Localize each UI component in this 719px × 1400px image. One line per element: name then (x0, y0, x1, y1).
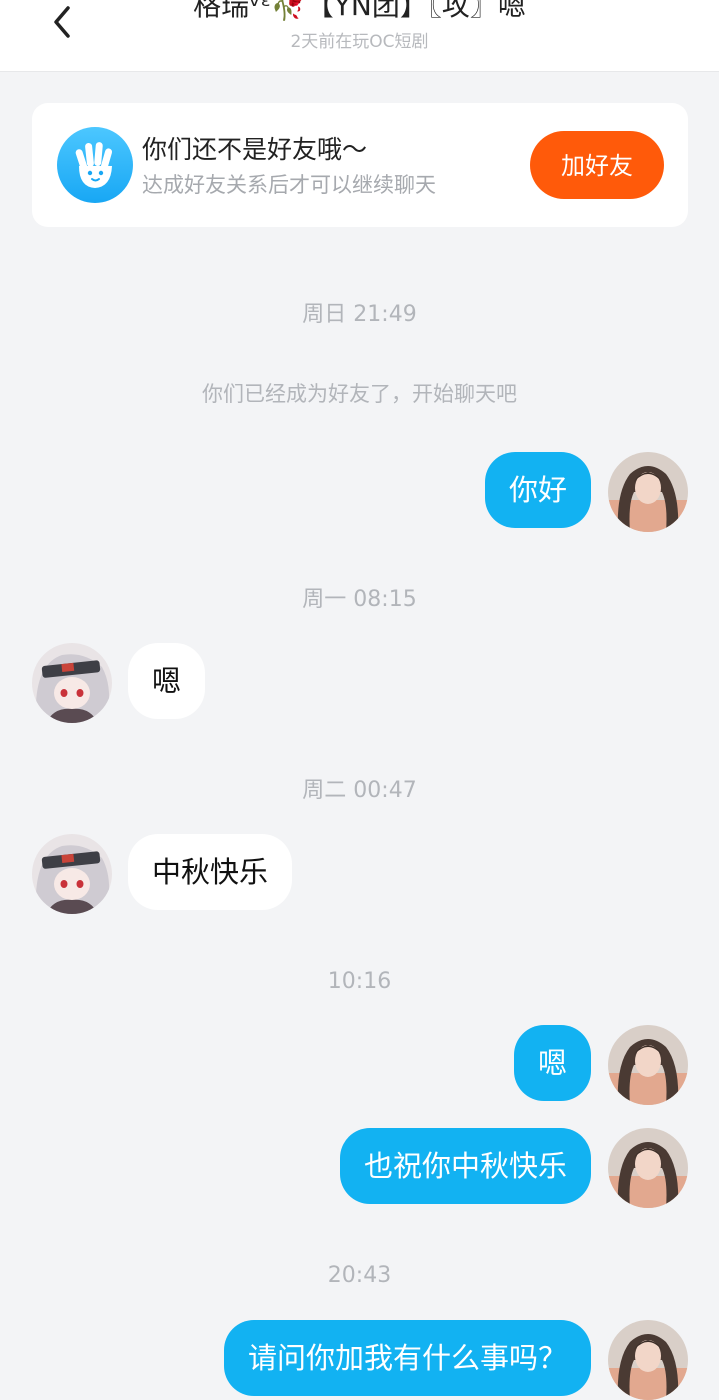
friend-notice-card: 你们还不是好友哦～ 达成好友关系后才可以继续聊天 加好友 (32, 103, 688, 227)
timestamp: 10:16 (327, 969, 392, 994)
chat-title: 格瑞ᵛᵋ🥀【YN团】〖攻〗嗯 (193, 0, 526, 22)
message-bubble-sent[interactable]: 嗯 (513, 1025, 591, 1101)
message-bubble-sent[interactable]: 你好 (484, 452, 591, 528)
my-avatar[interactable] (608, 452, 688, 532)
system-message: 你们已经成为好友了，开始聊天吧 (202, 382, 517, 406)
message-bubble-received[interactable]: 中秋快乐 (128, 834, 293, 910)
my-avatar[interactable] (608, 1025, 688, 1105)
friend-notice-subtitle: 达成好友关系后才可以继续聊天 (142, 173, 436, 197)
chat-subtitle: 2天前在玩OC短剧 (290, 32, 429, 52)
friend-notice-title: 你们还不是好友哦～ (142, 135, 368, 164)
chat-header: 格瑞ᵛᵋ🥀【YN团】〖攻〗嗯 2天前在玩OC短剧 (0, 0, 719, 72)
contact-avatar[interactable] (32, 834, 112, 914)
add-friend-button[interactable]: 加好友 (530, 131, 664, 199)
timestamp: 周一 08:15 (302, 587, 417, 612)
timestamp: 20:43 (327, 1263, 392, 1288)
message-bubble-sent[interactable]: 请问你加我有什么事吗？ (223, 1320, 591, 1396)
my-avatar[interactable] (608, 1128, 688, 1208)
message-bubble-received[interactable]: 嗯 (128, 643, 206, 719)
message-bubble-sent[interactable]: 也祝你中秋快乐 (339, 1128, 591, 1204)
timestamp: 周二 00:47 (302, 778, 417, 803)
timestamp: 周日 21:49 (302, 302, 417, 327)
hand-wave-icon (57, 127, 133, 203)
contact-avatar[interactable] (32, 643, 112, 723)
my-avatar[interactable] (608, 1320, 688, 1400)
